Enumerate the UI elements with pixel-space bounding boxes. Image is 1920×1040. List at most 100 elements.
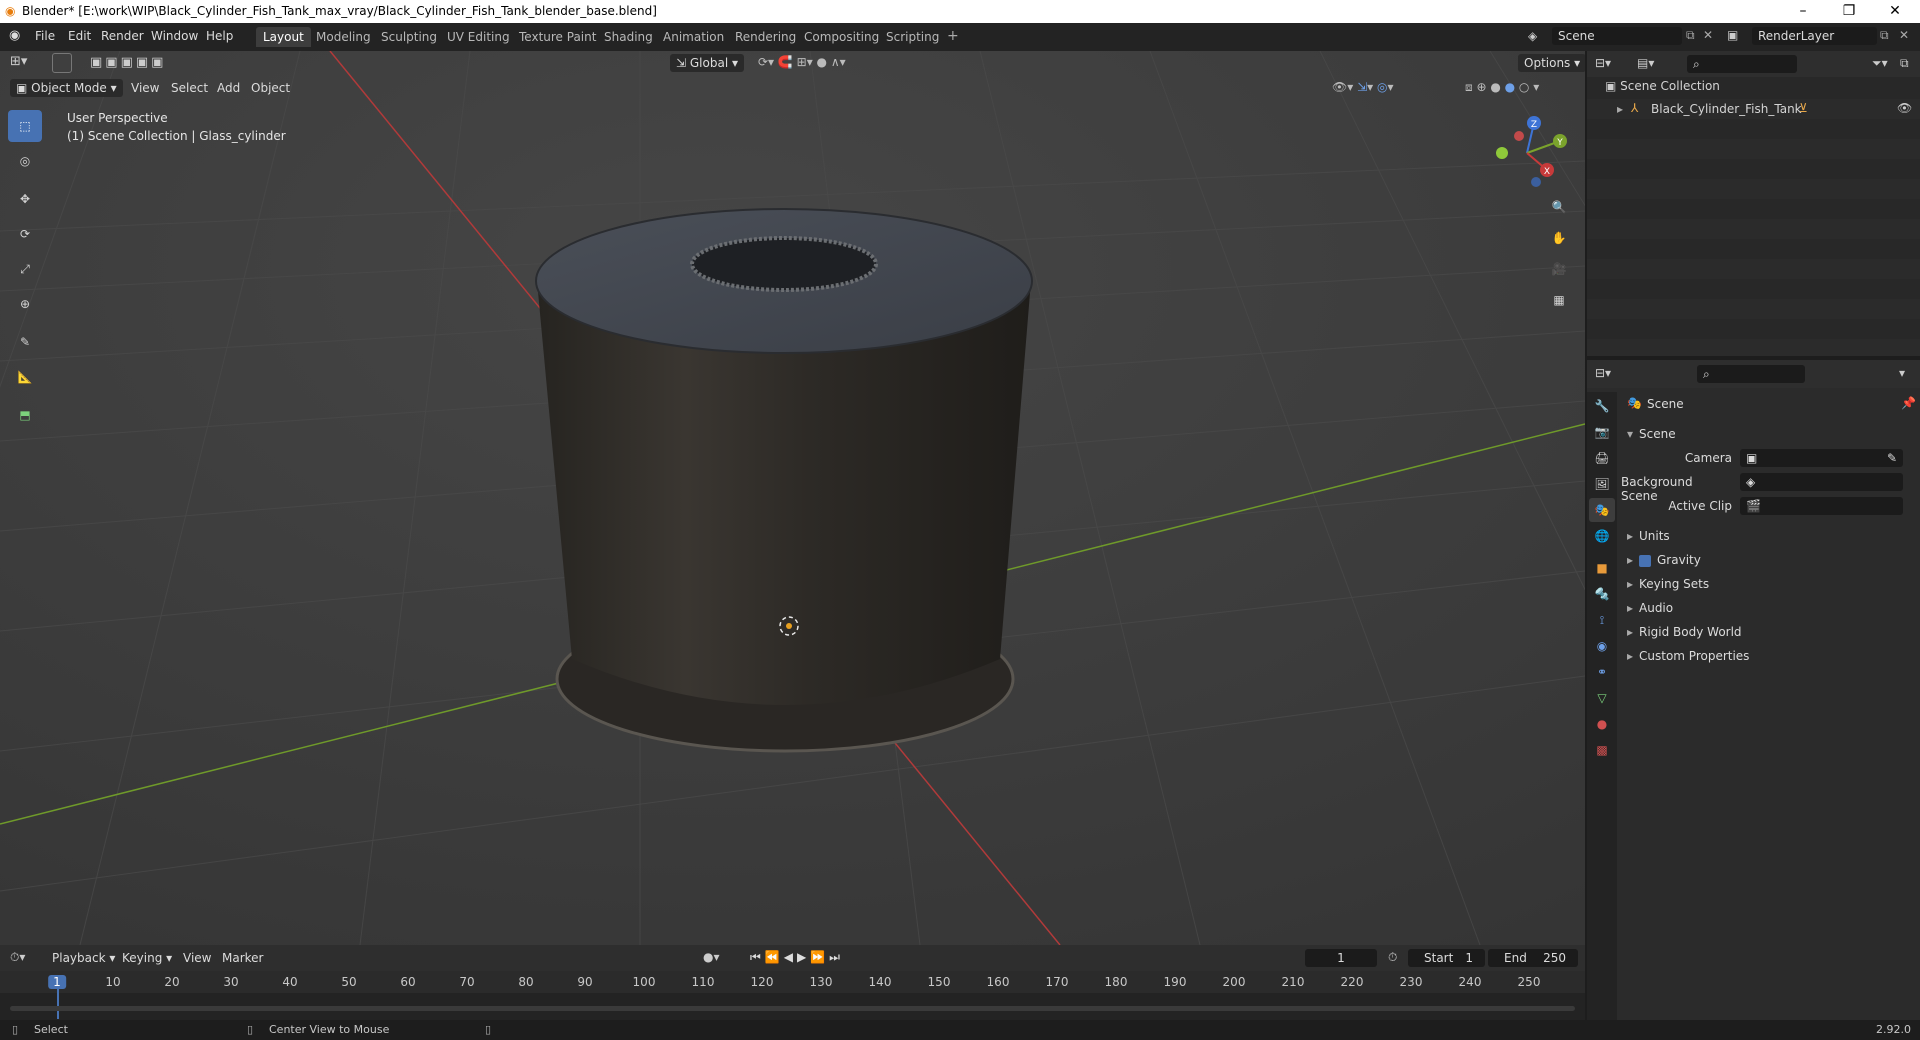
keying-menu[interactable]: Keying ▾ [122, 951, 172, 965]
menu-render[interactable]: Render [101, 29, 144, 43]
selection-mode-buttons[interactable]: ▣▣▣▣▣ [90, 55, 166, 70]
zoom-button[interactable]: 🔍 [1545, 193, 1573, 221]
tab-view-layer[interactable]: 🖼 [1589, 472, 1615, 496]
scene-name-field[interactable]: Scene [1552, 27, 1682, 45]
fish-tank-cylinder[interactable] [535, 208, 1033, 753]
frame-ruler[interactable]: 1 10 20 30 40 50 60 70 80 90 100 110 120 130 140 150 160… [0, 971, 1585, 1019]
timeline-view-menu[interactable]: View [183, 951, 211, 965]
ortho-toggle-button[interactable]: ▦ [1545, 286, 1573, 314]
tab-compositing[interactable]: Compositing [797, 27, 886, 47]
visibility-overlay-controls[interactable]: 👁▾ ⇲▾ ◎▾ [1332, 80, 1394, 94]
camera-field[interactable]: ▣ ✎ [1740, 449, 1903, 467]
delete-layer-icon[interactable]: ✕ [1899, 28, 1909, 42]
select-tool-toggle[interactable] [52, 53, 72, 73]
navigation-gizmo[interactable]: Z Y X [1487, 113, 1567, 193]
visibility-eye-icon[interactable]: 👁 [1897, 101, 1912, 115]
tab-modifiers[interactable]: 🔩 [1589, 582, 1615, 606]
tab-scene[interactable]: 🎭 [1589, 498, 1615, 522]
blender-menu-icon[interactable]: ◉ [9, 28, 20, 43]
tab-rendering[interactable]: Rendering [728, 27, 803, 47]
outliner-type-icon[interactable]: ⊟▾ [1595, 56, 1611, 70]
tool-annotate[interactable]: ✎ [8, 326, 42, 358]
clock-icon[interactable]: ⏱ [1388, 950, 1397, 965]
new-collection-icon[interactable]: ⧉ [1900, 56, 1909, 71]
menu-edit[interactable]: Edit [68, 29, 91, 43]
tool-add-cube[interactable]: ⬒ [8, 399, 42, 431]
render-layer-field[interactable]: RenderLayer [1752, 27, 1877, 45]
pin-icon[interactable]: 📌 [1901, 396, 1916, 410]
viewport-menu-add[interactable]: Add [217, 81, 240, 95]
audio-section[interactable]: ▸ Audio [1621, 596, 1916, 620]
pan-button[interactable]: ✋ [1545, 224, 1573, 252]
tab-particles[interactable]: ⟟ [1589, 608, 1615, 632]
tab-modeling[interactable]: Modeling [309, 27, 378, 47]
transform-orientation-dropdown[interactable]: ⇲ Global ▾ [670, 54, 744, 72]
display-mode-icon[interactable]: ▤▾ [1637, 56, 1654, 70]
tab-animation[interactable]: Animation [656, 27, 731, 47]
tool-transform[interactable]: ⊕ [8, 288, 42, 320]
tab-material[interactable]: ● [1589, 712, 1615, 736]
restore-button[interactable]: ❐ [1826, 0, 1872, 23]
properties-options-icon[interactable]: ▾ [1899, 366, 1905, 380]
background-scene-field[interactable]: ◈ [1740, 473, 1903, 491]
pivot-snap-controls[interactable]: ⟳▾ 🧲 ⊞▾ ● ∧▾ [758, 55, 846, 69]
tab-tool[interactable]: 🔧 [1589, 394, 1615, 418]
tool-measure[interactable]: 📐 [8, 361, 42, 393]
properties-type-icon[interactable]: ⊟▾ [1595, 366, 1611, 380]
camera-view-button[interactable]: 🎥 [1545, 255, 1573, 283]
menu-file[interactable]: File [35, 29, 55, 43]
delete-scene-icon[interactable]: ✕ [1703, 28, 1713, 42]
custom-properties-section[interactable]: ▸ Custom Properties [1621, 644, 1916, 668]
tab-output[interactable]: 🖨 [1589, 446, 1615, 470]
tool-cursor[interactable]: ◎ [8, 145, 42, 177]
editor-type-button[interactable]: ⊞▾ [10, 54, 27, 69]
view-layer-icon[interactable]: ▣ [1727, 28, 1738, 42]
tab-sculpting[interactable]: Sculpting [374, 27, 444, 47]
tab-object[interactable]: ■ [1589, 556, 1615, 580]
tool-rotate[interactable]: ⟳ [8, 218, 42, 250]
viewport-menu-object[interactable]: Object [251, 81, 290, 95]
menu-help[interactable]: Help [206, 29, 233, 43]
current-frame-field[interactable]: 1 [1305, 949, 1377, 967]
tab-uv-editing[interactable]: UV Editing [440, 27, 517, 47]
expand-arrow-icon[interactable]: ▸ [1617, 102, 1623, 116]
properties-search-input[interactable]: ⌕ [1697, 365, 1805, 383]
gravity-checkbox[interactable] [1639, 553, 1651, 567]
units-section[interactable]: ▸ Units [1621, 524, 1916, 548]
tool-move[interactable]: ✥ [8, 183, 42, 215]
tab-texture-paint[interactable]: Texture Paint [512, 27, 603, 47]
object-mode-dropdown[interactable]: ▣ Object Mode ▾ [10, 79, 123, 97]
3d-viewport[interactable]: ⊞▾ ▣▣▣▣▣ ⇲ Global ▾ ⟳▾ 🧲 ⊞▾ ● ∧▾ Options… [0, 51, 1585, 945]
tool-scale[interactable]: ⤢ [8, 253, 42, 285]
marker-menu[interactable]: Marker [222, 951, 263, 965]
tab-data[interactable]: ▽ [1589, 686, 1615, 710]
add-workspace-button[interactable]: + [947, 28, 959, 44]
rigid-body-world-section[interactable]: ▸ Rigid Body World [1621, 620, 1916, 644]
tab-shading[interactable]: Shading [597, 27, 660, 47]
menu-window[interactable]: Window [151, 29, 198, 43]
end-frame-field[interactable]: End 250 [1488, 949, 1578, 967]
new-layer-icon[interactable]: ⧉ [1880, 28, 1889, 43]
viewport-menu-select[interactable]: Select [171, 81, 208, 95]
tool-select-box[interactable]: ⬚ [8, 110, 42, 142]
active-clip-field[interactable]: 🎬 [1740, 497, 1903, 515]
tab-render[interactable]: 📷 [1589, 420, 1615, 444]
timeline-scrollbar[interactable] [10, 1006, 1575, 1011]
playback-menu[interactable]: Playback ▾ [52, 951, 115, 965]
minimize-button[interactable]: – [1780, 0, 1826, 23]
tab-scripting[interactable]: Scripting [879, 27, 946, 47]
shading-mode-buttons[interactable]: ⧈ ⊕ ● ● ○ ▾ [1465, 80, 1539, 95]
current-frame-marker[interactable]: 1 [48, 975, 66, 989]
playback-controls[interactable]: ⏮⏪◀▶⏩⏭ [750, 950, 844, 965]
viewport-menu-view[interactable]: View [131, 81, 159, 95]
scene-selector-icon[interactable]: ◈ [1528, 29, 1537, 43]
new-scene-icon[interactable]: ⧉ [1686, 28, 1695, 43]
record-button[interactable]: ●▾ [703, 950, 720, 964]
outliner-root[interactable]: ▣ Scene Collection [1605, 79, 1915, 99]
scene-panel-header[interactable]: ▾ Scene [1621, 422, 1916, 446]
filter-icon[interactable]: ⏷▾ [1872, 56, 1888, 71]
tab-constraints[interactable]: ⚭ [1589, 660, 1615, 684]
tab-world[interactable]: 🌐 [1589, 524, 1615, 548]
keying-sets-section[interactable]: ▸ Keying Sets [1621, 572, 1916, 596]
timeline-editor-icon[interactable]: ⏱▾ [10, 950, 25, 965]
